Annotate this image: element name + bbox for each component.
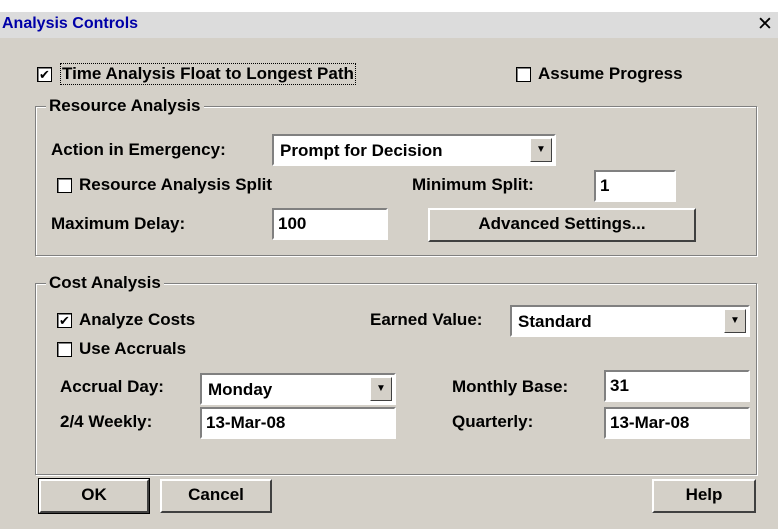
- help-button[interactable]: Help: [652, 479, 756, 513]
- earned-value-label: Earned Value:: [370, 310, 483, 329]
- minimum-split-input[interactable]: 1: [594, 170, 676, 202]
- earned-value-select[interactable]: Standard ▼: [510, 305, 750, 337]
- analyze-costs-label[interactable]: Analyze Costs: [79, 310, 195, 330]
- use-accruals-checkbox[interactable]: [57, 342, 72, 357]
- maximum-delay-label: Maximum Delay:: [51, 214, 186, 233]
- quarterly-label: Quarterly:: [452, 412, 534, 431]
- action-in-emergency-value: Prompt for Decision: [280, 141, 443, 160]
- dropdown-arrow-icon[interactable]: ▼: [724, 309, 746, 333]
- accrual-day-label: Accrual Day:: [60, 377, 164, 396]
- time-analysis-float-label[interactable]: Time Analysis Float to Longest Path: [60, 63, 356, 85]
- resource-analysis-split-label[interactable]: Resource Analysis Split: [79, 175, 272, 195]
- analysis-controls-dialog: Analysis Controls ✕ ✔ Time Analysis Floa…: [0, 12, 778, 529]
- action-in-emergency-select[interactable]: Prompt for Decision ▼: [272, 134, 556, 166]
- check-icon: ✔: [39, 67, 50, 82]
- close-icon[interactable]: ✕: [754, 14, 776, 36]
- analyze-costs-checkbox[interactable]: ✔: [57, 313, 72, 328]
- weekly-input[interactable]: 13-Mar-08: [200, 407, 396, 439]
- assume-progress-checkbox[interactable]: [516, 67, 531, 82]
- minimum-split-label: Minimum Split:: [412, 175, 534, 194]
- dropdown-arrow-icon[interactable]: ▼: [370, 377, 392, 401]
- title-bar: Analysis Controls ✕: [0, 12, 778, 38]
- quarterly-input[interactable]: 13-Mar-08: [604, 407, 750, 439]
- resource-analysis-legend: Resource Analysis: [46, 96, 204, 116]
- window-title: Analysis Controls: [2, 15, 139, 32]
- accrual-day-value: Monday: [208, 380, 273, 399]
- earned-value-value: Standard: [518, 312, 592, 331]
- monthly-base-label: Monthly Base:: [452, 377, 569, 396]
- ok-button[interactable]: OK: [38, 478, 150, 514]
- use-accruals-label[interactable]: Use Accruals: [79, 339, 186, 359]
- maximum-delay-input[interactable]: 100: [272, 208, 388, 240]
- time-analysis-float-checkbox[interactable]: ✔: [37, 67, 52, 82]
- check-icon: ✔: [59, 313, 70, 328]
- action-in-emergency-label: Action in Emergency:: [51, 140, 226, 159]
- weekly-label: 2/4 Weekly:: [60, 412, 153, 431]
- accrual-day-select[interactable]: Monday ▼: [200, 373, 396, 405]
- assume-progress-label[interactable]: Assume Progress: [538, 64, 683, 84]
- dropdown-arrow-icon[interactable]: ▼: [530, 138, 552, 162]
- monthly-base-input[interactable]: 31: [604, 370, 750, 402]
- resource-analysis-split-checkbox[interactable]: [57, 178, 72, 193]
- cancel-button[interactable]: Cancel: [160, 479, 272, 513]
- cost-analysis-legend: Cost Analysis: [46, 273, 164, 293]
- advanced-settings-button[interactable]: Advanced Settings...: [428, 208, 696, 242]
